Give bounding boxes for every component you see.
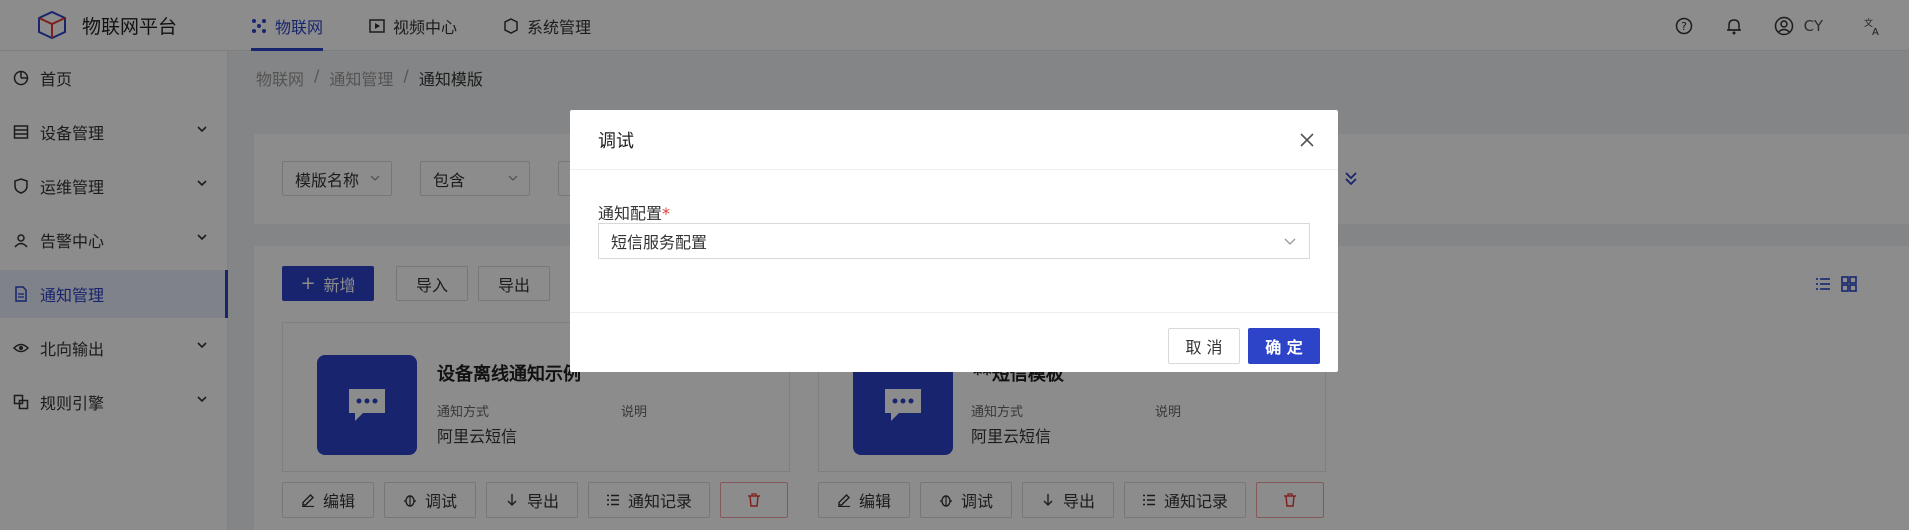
- cancel-button-label: 取 消: [1185, 338, 1223, 357]
- close-icon[interactable]: [1298, 131, 1316, 149]
- dialog-header: 调试: [570, 110, 1338, 170]
- cancel-button[interactable]: 取 消: [1168, 328, 1240, 364]
- required-mark: *: [662, 204, 671, 223]
- debug-dialog: 调试 通知配置* 短信服务配置 取 消 确 定: [570, 110, 1338, 372]
- dialog-footer: 取 消 确 定: [570, 312, 1338, 372]
- dialog-title: 调试: [598, 130, 634, 152]
- notify-config-value: 短信服务配置: [611, 233, 708, 252]
- confirm-button[interactable]: 确 定: [1248, 328, 1320, 364]
- notify-config-label: 通知配置*: [598, 200, 670, 224]
- chevron-down-icon: [1284, 238, 1296, 245]
- notify-config-select[interactable]: 短信服务配置: [598, 223, 1310, 259]
- confirm-button-label: 确 定: [1265, 338, 1303, 357]
- notify-config-label-text: 通知配置: [598, 204, 663, 223]
